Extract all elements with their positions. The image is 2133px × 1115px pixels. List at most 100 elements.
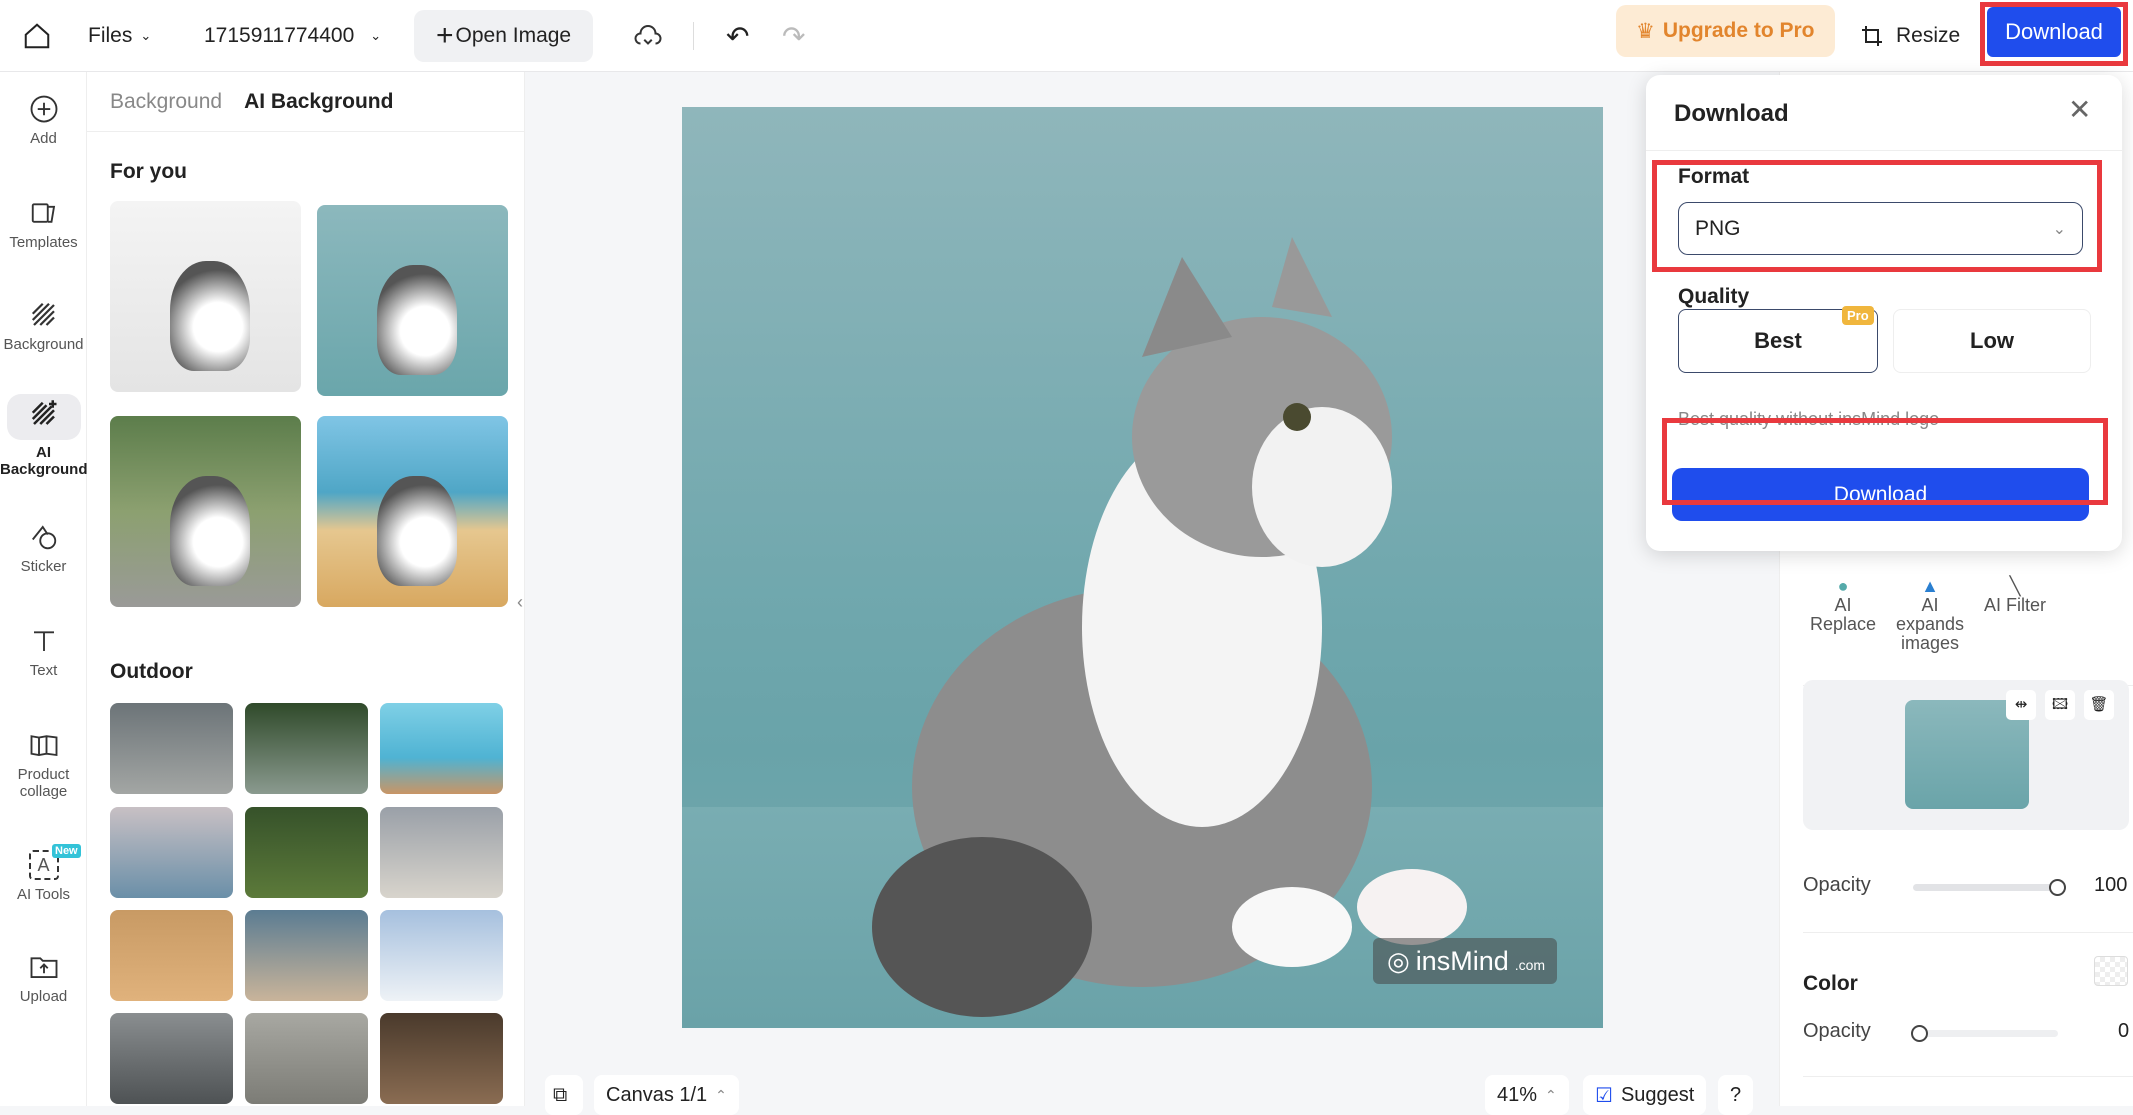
outdoor-background-thumbnail[interactable] [245,703,368,794]
rail-item-add[interactable]: Add [0,94,87,147]
undo-button[interactable]: ↶ [726,0,749,72]
templates-icon [31,203,55,223]
project-name-menu[interactable]: 1715911774400 ⌄ [204,0,381,72]
background-thumbnail[interactable] [110,416,301,607]
opacity-value: 100 [2094,874,2128,896]
highlight-box [1980,2,2128,66]
delete-button[interactable]: 🗑 [2084,690,2114,720]
undo-icon: ↶ [726,20,750,52]
background-thumbnail[interactable] [317,205,508,396]
help-button[interactable]: ? [1718,1075,1754,1115]
color-label: Color [1803,972,1858,995]
chevron-down-icon: ⌄ [370,28,382,43]
flip-button[interactable]: ⇹ [2006,690,2036,720]
upgrade-button[interactable]: ♛ Upgrade to Pro [1616,5,1835,57]
trash-icon: 🗑 [2089,696,2109,713]
collage-icon [30,735,57,757]
suggest-icon: ☑ [1595,1084,1613,1107]
open-image-button[interactable]: + Open Image [414,10,594,62]
outdoor-background-thumbnail[interactable] [110,807,233,898]
watermark: ◎ insMind .com [1373,938,1557,984]
home-button[interactable] [22,0,52,72]
rail-item-sticker[interactable]: Sticker [0,522,87,575]
ai-expand-icon: ▲ [1921,576,1939,596]
chevron-down-icon: ⌄ [140,28,152,43]
slider-handle[interactable] [2049,879,2066,896]
rail-item-product-collage[interactable]: Product collage [0,730,87,800]
replace-image-button[interactable]: 🖾 [2045,690,2075,720]
redo-button[interactable]: ↷ [782,0,805,72]
rail-item-upload[interactable]: Upload [0,952,87,1005]
crop-icon [1862,26,1882,46]
outdoor-background-thumbnail[interactable] [380,1013,503,1104]
color-opacity-slider[interactable] [1911,1025,2058,1042]
plus-circle-icon [30,95,57,123]
popup-title: Download [1674,100,1789,127]
background-thumbnail[interactable] [317,416,508,607]
opacity-slider[interactable] [1913,879,2066,896]
home-icon [24,23,50,49]
color-swatch[interactable] [2094,956,2128,986]
upload-icon [30,957,57,978]
outdoor-background-thumbnail[interactable] [245,910,368,1001]
image-icon: 🖾 [2051,696,2069,713]
insmind-logo-icon: ◎ [1387,945,1410,976]
layers-button[interactable]: ⧉ [545,1075,583,1115]
ai-replace-tool[interactable]: ● AI Replace [1803,577,1883,634]
color-opacity-label: Opacity [1803,1020,1871,1042]
cloud-save-button[interactable] [633,0,663,72]
pro-badge: Pro [1842,306,1874,325]
wand-icon: ╲ [2009,576,2021,596]
slider-handle[interactable] [1911,1025,1928,1042]
outdoor-background-thumbnail[interactable] [245,807,368,898]
layer-preview-card: ⇹ 🖾 🗑 [1803,680,2129,830]
outdoor-background-thumbnail[interactable] [245,1013,368,1104]
sticker-icon [31,525,56,550]
suggest-button[interactable]: ☑ Suggest [1583,1075,1707,1115]
close-button[interactable]: ✕ [2068,93,2091,126]
ai-background-panel: Background AI Background For you Outdoor… [87,72,525,1106]
ai-filter-tool[interactable]: ╲ AI Filter [1970,577,2060,615]
divider [1646,150,2122,151]
quality-low-option[interactable]: Low [1893,309,2091,373]
outdoor-background-thumbnail[interactable] [380,910,503,1001]
section-title-for-you: For you [110,160,187,183]
resize-button[interactable]: Resize [1860,0,1960,72]
rail-item-background[interactable]: Background [0,300,87,353]
highlight-box [1662,418,2108,505]
rail-item-ai-background[interactable]: AI Background [0,394,88,478]
highlight-box [1652,160,2102,272]
ai-expand-tool[interactable]: ▲ AI expands images [1890,577,1970,653]
canvas-image[interactable]: ◎ insMind .com [682,107,1603,1028]
plus-icon: + [436,19,454,52]
section-title-outdoor: Outdoor [110,660,193,683]
rail-item-ai-tools[interactable]: A New AI Tools [0,844,87,903]
redo-icon: ↷ [782,20,806,52]
outdoor-background-thumbnail[interactable] [110,1013,233,1104]
background-thumbnail[interactable] [110,201,301,392]
collapse-panel-button[interactable]: ‹ [517,592,523,613]
tab-ai-background[interactable]: AI Background [244,90,393,114]
opacity-label: Opacity [1803,874,1871,896]
tab-background[interactable]: Background [110,90,222,114]
outdoor-background-thumbnail[interactable] [110,703,233,794]
crown-icon: ♛ [1636,19,1655,43]
chevron-up-icon: ⌃ [1545,1086,1557,1103]
rail-item-templates[interactable]: Templates [0,198,87,251]
canvas-selector[interactable]: Canvas 1/1 ⌃ [594,1075,739,1115]
files-menu[interactable]: Files ⌄ [88,0,151,72]
background-icon [31,302,55,326]
flip-icon: ⇹ [2014,696,2028,713]
outdoor-background-thumbnail[interactable] [110,910,233,1001]
top-bar: Files ⌄ 1715911774400 ⌄ + Open Image ↶ ↷ ♛ U… [0,0,2133,72]
divider [693,22,694,50]
zoom-selector[interactable]: 41% ⌃ [1485,1075,1569,1115]
chevron-up-icon: ⌃ [715,1086,727,1103]
rail-item-text[interactable]: Text [0,626,87,679]
outdoor-background-thumbnail[interactable] [380,807,503,898]
ai-background-icon [31,400,56,425]
outdoor-background-thumbnail[interactable] [380,703,503,794]
quality-label: Quality [1678,285,1750,308]
divider [1803,932,2133,933]
ai-replace-icon: ● [1837,576,1849,596]
